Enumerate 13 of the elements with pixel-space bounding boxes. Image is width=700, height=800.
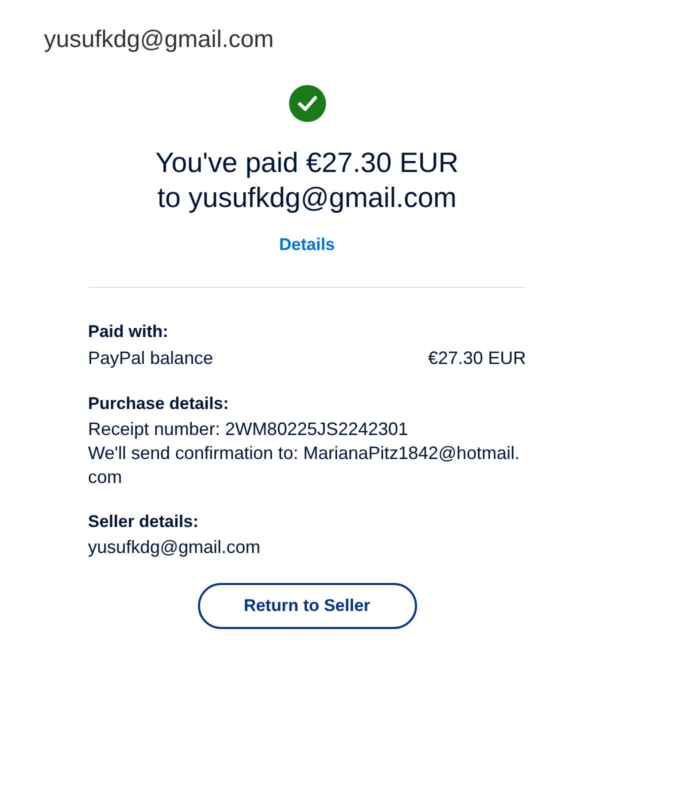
account-email: yusufkdg@gmail.com <box>44 25 274 55</box>
section-heading: Purchase details: <box>88 393 230 415</box>
payment-method: PayPal balance <box>88 347 214 370</box>
section-heading: Seller details: <box>88 511 200 533</box>
section-heading: Paid with: <box>88 321 170 343</box>
return-to-seller-button[interactable]: Return to Seller <box>198 583 416 629</box>
details-link[interactable]: Details <box>279 234 335 256</box>
payment-amount: €27.30 EUR <box>428 347 526 370</box>
detail-text: We'll send confirmation to: MarianaPitz1842@hotmail.com <box>88 442 521 489</box>
payment-confirmation-heading: You've paid €27.30 EUR to yusufkdg@gmail.com <box>154 146 460 215</box>
success-check-icon <box>288 85 326 122</box>
detail-text: yusufkdg@gmail.com <box>88 536 262 559</box>
detail-text: Receipt number: 2WM80225JS2242301 <box>88 418 410 441</box>
